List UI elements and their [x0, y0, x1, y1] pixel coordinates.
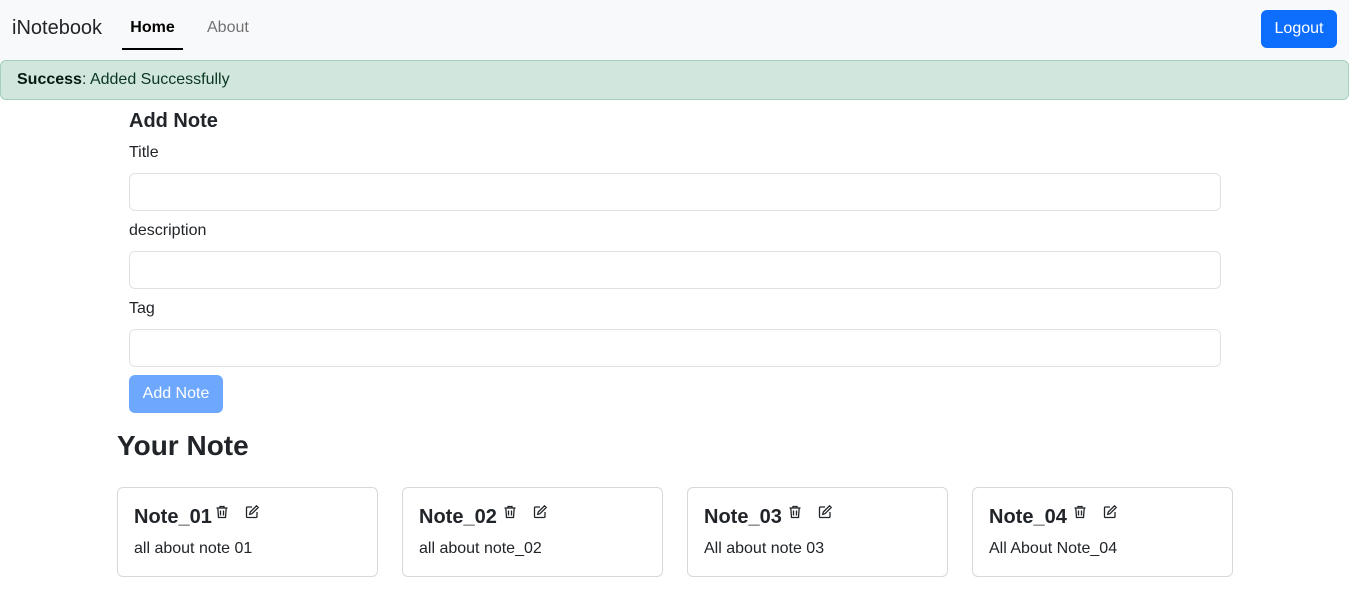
- nav-about-link[interactable]: About: [207, 19, 249, 37]
- title-input[interactable]: [129, 173, 1221, 211]
- note-title: Note_02: [419, 506, 497, 528]
- note-card: Note_02 all about note_02: [402, 487, 663, 577]
- trash-icon[interactable]: [502, 504, 518, 520]
- alert-message: : Added Successfully: [81, 71, 230, 88]
- trash-icon[interactable]: [1072, 504, 1088, 520]
- note-card: Note_03 All about note 03: [687, 487, 948, 577]
- note-title: Note_04: [989, 506, 1067, 528]
- description-input[interactable]: [129, 251, 1221, 289]
- note-title: Note_03: [704, 506, 782, 528]
- description-label: description: [129, 222, 207, 239]
- navbar: iNotebook Home About Logout: [0, 0, 1349, 60]
- alert-type: Success: [17, 71, 82, 88]
- trash-icon[interactable]: [214, 504, 230, 520]
- edit-icon[interactable]: [244, 504, 260, 520]
- tag-input[interactable]: [129, 329, 1221, 367]
- note-title: Note_01: [134, 506, 212, 528]
- title-label: Title: [129, 144, 159, 161]
- tag-label: Tag: [129, 300, 155, 317]
- add-note-button[interactable]: Add Note: [129, 375, 223, 413]
- note-card: Note_01 all about note 01: [117, 487, 378, 577]
- edit-icon[interactable]: [817, 504, 833, 520]
- note-description: all about note 01: [134, 540, 253, 557]
- note-card: Note_04 All About Note_04: [972, 487, 1233, 577]
- edit-icon[interactable]: [532, 504, 548, 520]
- add-note-heading: Add Note: [129, 110, 218, 132]
- edit-icon[interactable]: [1102, 504, 1118, 520]
- your-notes-heading: Your Note: [117, 430, 249, 461]
- brand[interactable]: iNotebook: [12, 17, 102, 40]
- logout-button[interactable]: Logout: [1261, 10, 1337, 48]
- trash-icon[interactable]: [787, 504, 803, 520]
- note-description: all about note_02: [419, 540, 542, 557]
- nav-home-link[interactable]: Home: [122, 19, 183, 50]
- note-description: All About Note_04: [989, 540, 1118, 557]
- success-alert: Success: Added Successfully: [0, 60, 1349, 100]
- note-description: All about note 03: [704, 540, 825, 557]
